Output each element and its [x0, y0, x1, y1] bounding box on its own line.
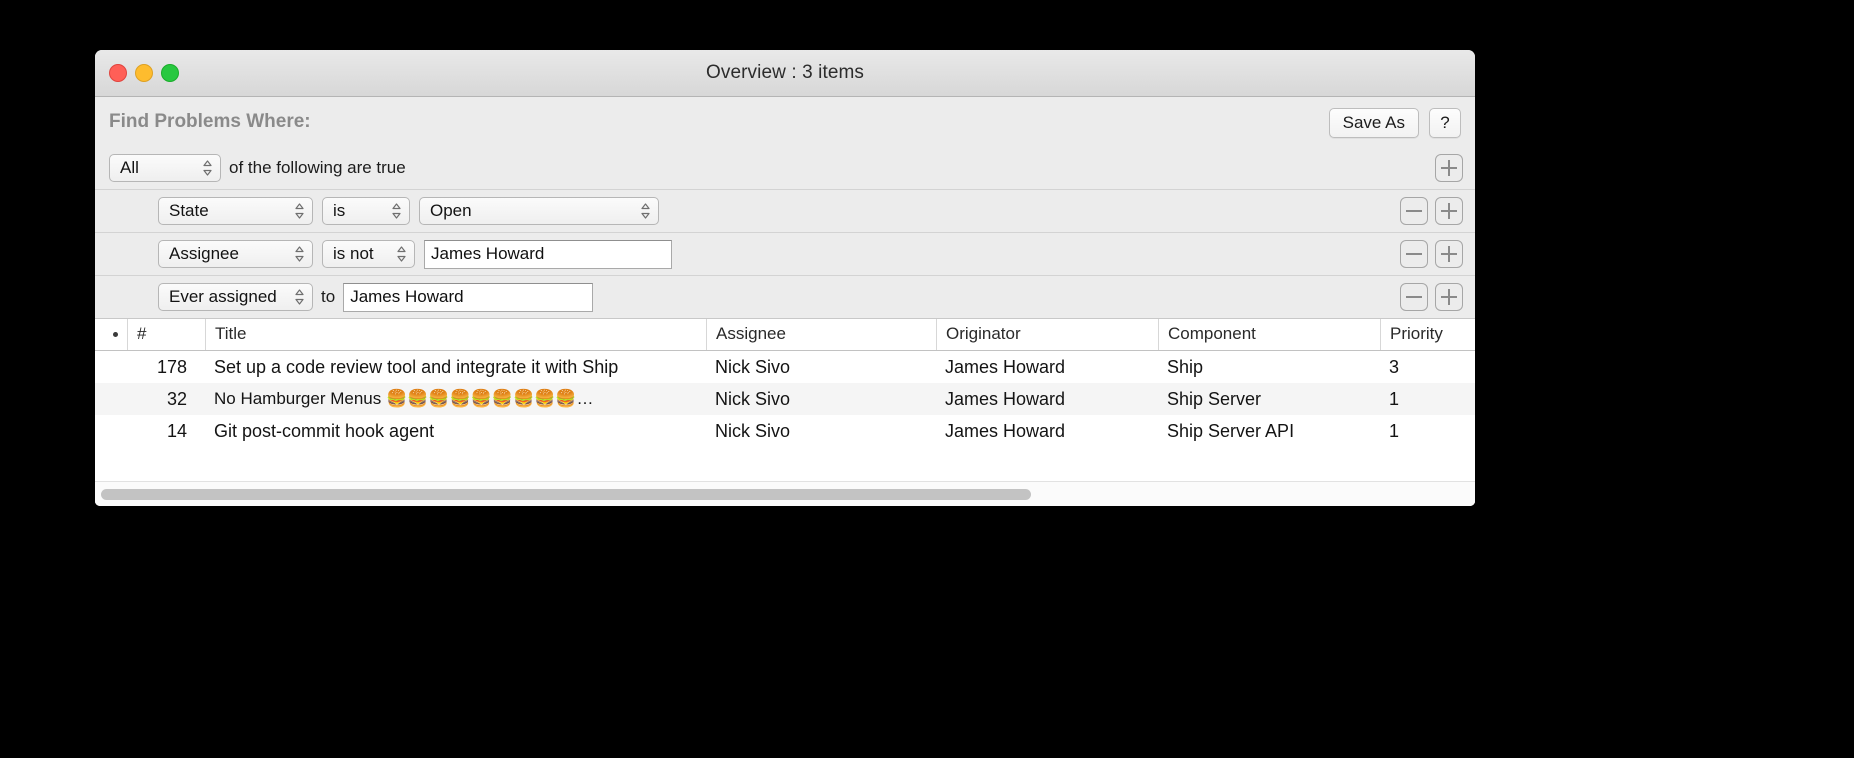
horizontal-scrollbar-thumb[interactable] — [101, 488, 1032, 500]
remove-condition-button-1[interactable] — [1400, 197, 1428, 225]
condition-field-dropdown-1[interactable]: State — [158, 197, 313, 225]
chevron-updown-icon — [396, 245, 407, 263]
condition-value-dropdown-1[interactable]: Open — [419, 197, 659, 225]
help-button[interactable]: ? — [1429, 108, 1461, 138]
condition-operator-dropdown-1[interactable]: is — [322, 197, 410, 225]
chevron-updown-icon — [294, 245, 305, 263]
chevron-updown-icon — [391, 202, 402, 220]
filter-heading: Find Problems Where: — [109, 111, 311, 132]
table-header-row: # Title Assignee Originator Component Pr… — [95, 319, 1475, 351]
row-assignee: Nick Sivo — [715, 389, 791, 409]
column-header-component[interactable]: Component — [1158, 319, 1380, 350]
close-window-icon[interactable] — [109, 64, 127, 82]
row-number: 178 — [156, 357, 187, 377]
window-title: Overview : 3 items — [705, 62, 865, 83]
row-title: Set up a code review tool and integrate … — [214, 357, 619, 377]
column-header-originator[interactable]: Originator — [936, 319, 1158, 350]
chevron-updown-icon — [294, 202, 305, 220]
table-row[interactable]: 178 Set up a code review tool and integr… — [95, 351, 1475, 383]
column-header-number[interactable]: # — [127, 319, 205, 350]
overview-window: Overview : 3 items Find Problems Where: … — [95, 50, 1475, 506]
condition-row-3-buttons — [1400, 283, 1463, 311]
row-assignee: Nick Sivo — [715, 421, 791, 441]
table-row[interactable]: 14 Git post-commit hook agent Nick Sivo … — [95, 415, 1475, 447]
table-body: 178 Set up a code review tool and integr… — [95, 351, 1475, 481]
row-originator: James Howard — [945, 357, 1066, 377]
chevron-updown-icon — [202, 159, 213, 177]
condition-row-1: State is Open — [95, 189, 1475, 232]
bullet-icon — [113, 332, 118, 337]
screen-root: Overview : 3 items Find Problems Where: … — [0, 0, 1854, 758]
row-assignee: Nick Sivo — [715, 357, 791, 377]
condition-row-3: Ever assigned to James Howard — [95, 275, 1475, 318]
condition-field-dropdown-2[interactable]: Assignee — [158, 240, 313, 268]
minimize-window-icon[interactable] — [135, 64, 153, 82]
row-number: 14 — [166, 421, 187, 441]
condition-row-2: Assignee is not James Howard — [95, 232, 1475, 275]
column-header-priority[interactable]: Priority — [1380, 319, 1475, 350]
match-mode-row: All of the following are true — [95, 147, 1475, 189]
row-component: Ship Server API — [1167, 421, 1295, 441]
condition-operator-label-3: to — [321, 287, 336, 306]
chevron-updown-icon — [294, 288, 305, 306]
results-table: # Title Assignee Originator Component Pr… — [95, 318, 1475, 506]
condition-row-2-buttons — [1400, 240, 1463, 268]
row-originator: James Howard — [945, 421, 1066, 441]
remove-condition-button-2[interactable] — [1400, 240, 1428, 268]
add-condition-button-3[interactable] — [1435, 283, 1463, 311]
condition-value-input-3[interactable]: James Howard — [343, 282, 594, 312]
maximize-window-icon[interactable] — [161, 64, 179, 82]
row-title: Git post-commit hook agent — [214, 421, 435, 441]
filter-header: Find Problems Where: Save As ? — [95, 97, 1475, 147]
row-originator: James Howard — [945, 389, 1066, 409]
save-as-button[interactable]: Save As — [1328, 108, 1419, 138]
chevron-updown-icon — [640, 202, 651, 220]
row-component: Ship Server — [1167, 389, 1262, 409]
horizontal-scrollbar[interactable] — [95, 481, 1475, 506]
add-condition-button-2[interactable] — [1435, 240, 1463, 268]
column-header-assignee[interactable]: Assignee — [706, 319, 936, 350]
condition-field-dropdown-3[interactable]: Ever assigned — [158, 283, 313, 311]
window-titlebar: Overview : 3 items — [95, 50, 1475, 97]
condition-row-1-buttons — [1400, 197, 1463, 225]
match-mode-suffix-label: of the following are true — [229, 158, 406, 177]
table-row[interactable]: 32 No Hamburger Menus 🍔🍔🍔🍔🍔🍔🍔🍔🍔… Nick Si… — [95, 383, 1475, 415]
row-priority: 1 — [1389, 421, 1400, 441]
row-priority: 3 — [1389, 357, 1400, 377]
remove-condition-button-3[interactable] — [1400, 283, 1428, 311]
condition-operator-dropdown-2[interactable]: is not — [322, 240, 415, 268]
row-priority: 1 — [1389, 389, 1400, 409]
traffic-light-group — [109, 50, 179, 96]
row-title: No Hamburger Menus 🍔🍔🍔🍔🍔🍔🍔🍔🍔… — [214, 389, 594, 408]
match-row-buttons — [1435, 154, 1463, 182]
match-mode-dropdown[interactable]: All — [109, 154, 221, 182]
column-header-dot[interactable] — [95, 319, 127, 350]
add-condition-button[interactable] — [1435, 154, 1463, 182]
row-number: 32 — [166, 389, 187, 409]
column-header-title[interactable]: Title — [205, 319, 706, 350]
condition-value-input-2[interactable]: James Howard — [424, 239, 672, 269]
filter-panel: Find Problems Where: Save As ? All of th… — [95, 97, 1475, 318]
row-component: Ship — [1167, 357, 1204, 377]
add-condition-button-1[interactable] — [1435, 197, 1463, 225]
filter-header-buttons: Save As ? — [1328, 108, 1461, 138]
